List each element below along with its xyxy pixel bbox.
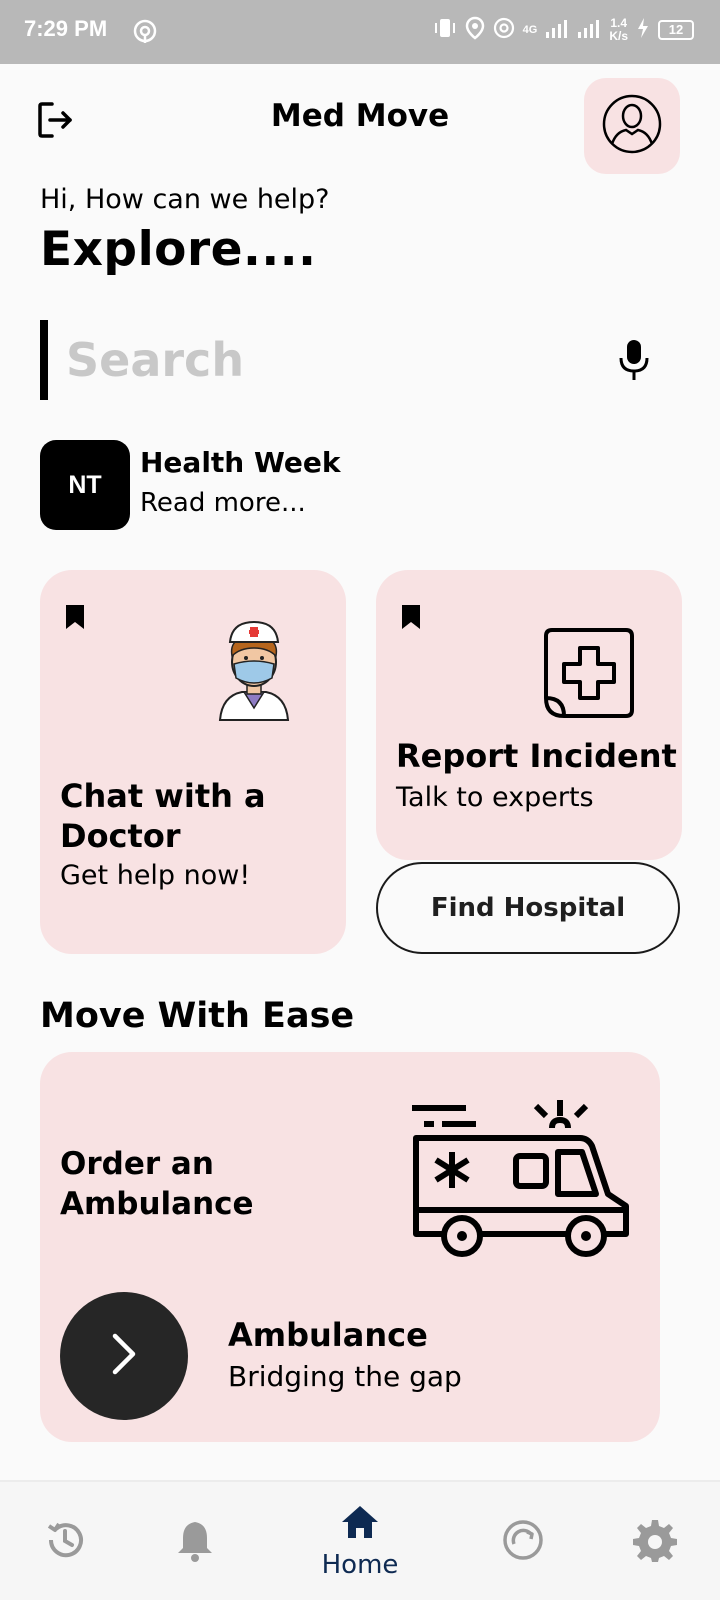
explore-heading: Explore.... [40, 222, 317, 277]
user-avatar-icon [602, 94, 662, 158]
nav-settings[interactable] [620, 1482, 690, 1600]
doctor-icon [216, 618, 292, 726]
speed-unit: K/s [609, 28, 628, 43]
nav-home-label: Home [321, 1550, 399, 1580]
ambulance-title: Ambulance [228, 1316, 428, 1354]
hotspot-icon-2 [493, 17, 515, 42]
nav-home[interactable]: Home [300, 1482, 420, 1600]
search-input[interactable] [66, 328, 586, 392]
nav-notifications[interactable] [160, 1482, 230, 1600]
refresh-icon [501, 1518, 545, 1566]
gear-icon [633, 1518, 677, 1566]
vibrate-icon [433, 17, 457, 42]
network-type: 4G [522, 23, 538, 36]
microphone-icon[interactable] [616, 338, 652, 386]
news-avatar[interactable]: NT [40, 440, 130, 530]
network-speed: 1.4 K/s [609, 15, 628, 43]
nav-refresh[interactable] [488, 1482, 558, 1600]
bookmark-icon[interactable] [400, 604, 422, 634]
charging-icon [636, 17, 650, 42]
status-time: 7:29 PM [24, 16, 108, 41]
report-incident-card[interactable]: Report Incident Talk to experts [376, 570, 682, 860]
chat-with-doctor-card[interactable]: Chat with a Doctor Get help now! [40, 570, 346, 954]
search-cursor-bar [40, 320, 48, 400]
read-more-link[interactable]: Read more... [140, 488, 306, 518]
report-card-title: Report Incident [396, 737, 677, 775]
status-bar: 7:29 PM 4G 1.4 K/s 12 [0, 0, 720, 64]
home-icon [340, 1504, 380, 1544]
order-ambulance-button[interactable] [60, 1292, 188, 1420]
greeting: Hi, How can we help? [40, 184, 330, 215]
battery-indicator: 12 [658, 19, 694, 40]
history-icon [43, 1518, 87, 1566]
location-icon [465, 16, 485, 43]
signal-icon-2 [577, 18, 601, 41]
bell-icon [175, 1518, 215, 1566]
bookmark-icon[interactable] [64, 604, 86, 634]
signal-icon [545, 18, 569, 41]
bottom-nav: Home [0, 1480, 720, 1600]
search-bar [40, 320, 660, 400]
chevron-right-icon [109, 1332, 139, 1380]
find-hospital-button[interactable]: Find Hospital [376, 862, 680, 954]
section-title: Move With Ease [40, 996, 355, 1036]
ambulance-card[interactable]: Order an Ambulance Ambulance Bridging th… [40, 1052, 660, 1442]
ambulance-icon [412, 1098, 632, 1266]
hotspot-icon [132, 18, 158, 48]
order-ambulance-title: Order an Ambulance [60, 1146, 254, 1222]
chat-card-subtitle: Get help now! [60, 860, 251, 891]
news-title[interactable]: Health Week [140, 446, 340, 479]
report-card-subtitle: Talk to experts [396, 782, 594, 813]
speed-value: 1.4 [610, 15, 627, 30]
chat-card-title: Chat with a Doctor [60, 777, 266, 855]
medical-cross-icon [542, 626, 636, 724]
status-icons: 4G 1.4 K/s 12 [433, 16, 694, 43]
profile-button[interactable] [584, 78, 680, 174]
nav-history[interactable] [30, 1482, 100, 1600]
ambulance-subtitle: Bridging the gap [228, 1360, 462, 1393]
